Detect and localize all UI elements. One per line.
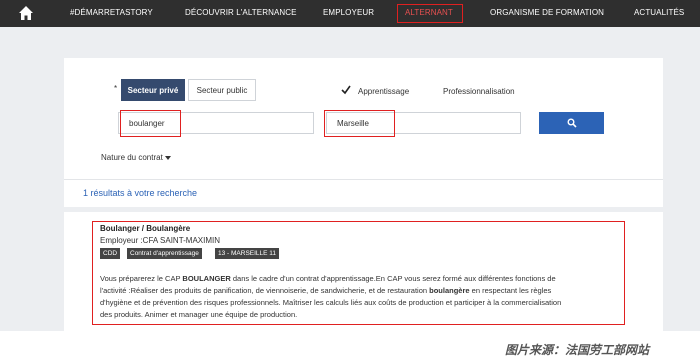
- search-button[interactable]: [539, 112, 604, 134]
- job-description: Vous préparerez le CAP BOULANGER dans le…: [100, 273, 620, 321]
- nav-item-employeur[interactable]: EMPLOYEUR: [323, 8, 374, 17]
- tab-secteur-prive[interactable]: Secteur privé: [121, 79, 185, 101]
- nav-item-actualites[interactable]: ACTUALITÉS: [634, 8, 684, 17]
- nav-item-organisme[interactable]: ORGANISME DE FORMATION: [490, 8, 604, 17]
- tab-secteur-public[interactable]: Secteur public: [188, 79, 256, 101]
- job-highlight-box: [120, 110, 181, 137]
- tag-contrat: Contrat d'apprentissage: [127, 248, 202, 259]
- contract-type-dropdown[interactable]: Nature du contrat: [101, 153, 171, 162]
- employer-name: Employeur :CFA SAINT-MAXIMIN: [100, 236, 221, 245]
- top-nav: #DÉMARRETASTORY DÉCOUVRIR L'ALTERNANCE E…: [0, 0, 700, 27]
- nav-highlight-box: [397, 4, 463, 23]
- desc-line: Vous préparerez le CAP BOULANGER dans le…: [100, 274, 556, 283]
- contract-type-label: Nature du contrat: [101, 153, 163, 162]
- option-apprentissage[interactable]: Apprentissage: [358, 87, 409, 96]
- results-summary: 1 résultats à votre recherche: [83, 188, 198, 198]
- search-icon: [567, 118, 577, 128]
- nav-item-decouvrir[interactable]: DÉCOUVRIR L'ALTERNANCE: [185, 8, 297, 17]
- desc-line: d'hygiène et de prévention des risques p…: [100, 298, 562, 307]
- home-icon[interactable]: [18, 5, 34, 21]
- nav-item-demarretastory[interactable]: #DÉMARRETASTORY: [70, 8, 153, 17]
- option-professionnalisation[interactable]: Professionnalisation: [443, 87, 515, 96]
- required-mark: *: [114, 84, 118, 93]
- tag-location: 13 - MARSEILLE 11: [215, 248, 280, 259]
- checkmark-icon[interactable]: [340, 84, 352, 96]
- desc-line: des produits. Animer et manager une équi…: [100, 310, 298, 319]
- job-title[interactable]: Boulanger / Boulangère: [100, 224, 190, 233]
- desc-line: l'activité :Réaliser des produits de pan…: [100, 286, 552, 295]
- image-credit: 图片来源：法国劳工部网站: [505, 343, 650, 357]
- caret-down-icon: [164, 155, 171, 160]
- tag-cdd: CDD: [100, 248, 121, 259]
- location-highlight-box: [324, 110, 395, 137]
